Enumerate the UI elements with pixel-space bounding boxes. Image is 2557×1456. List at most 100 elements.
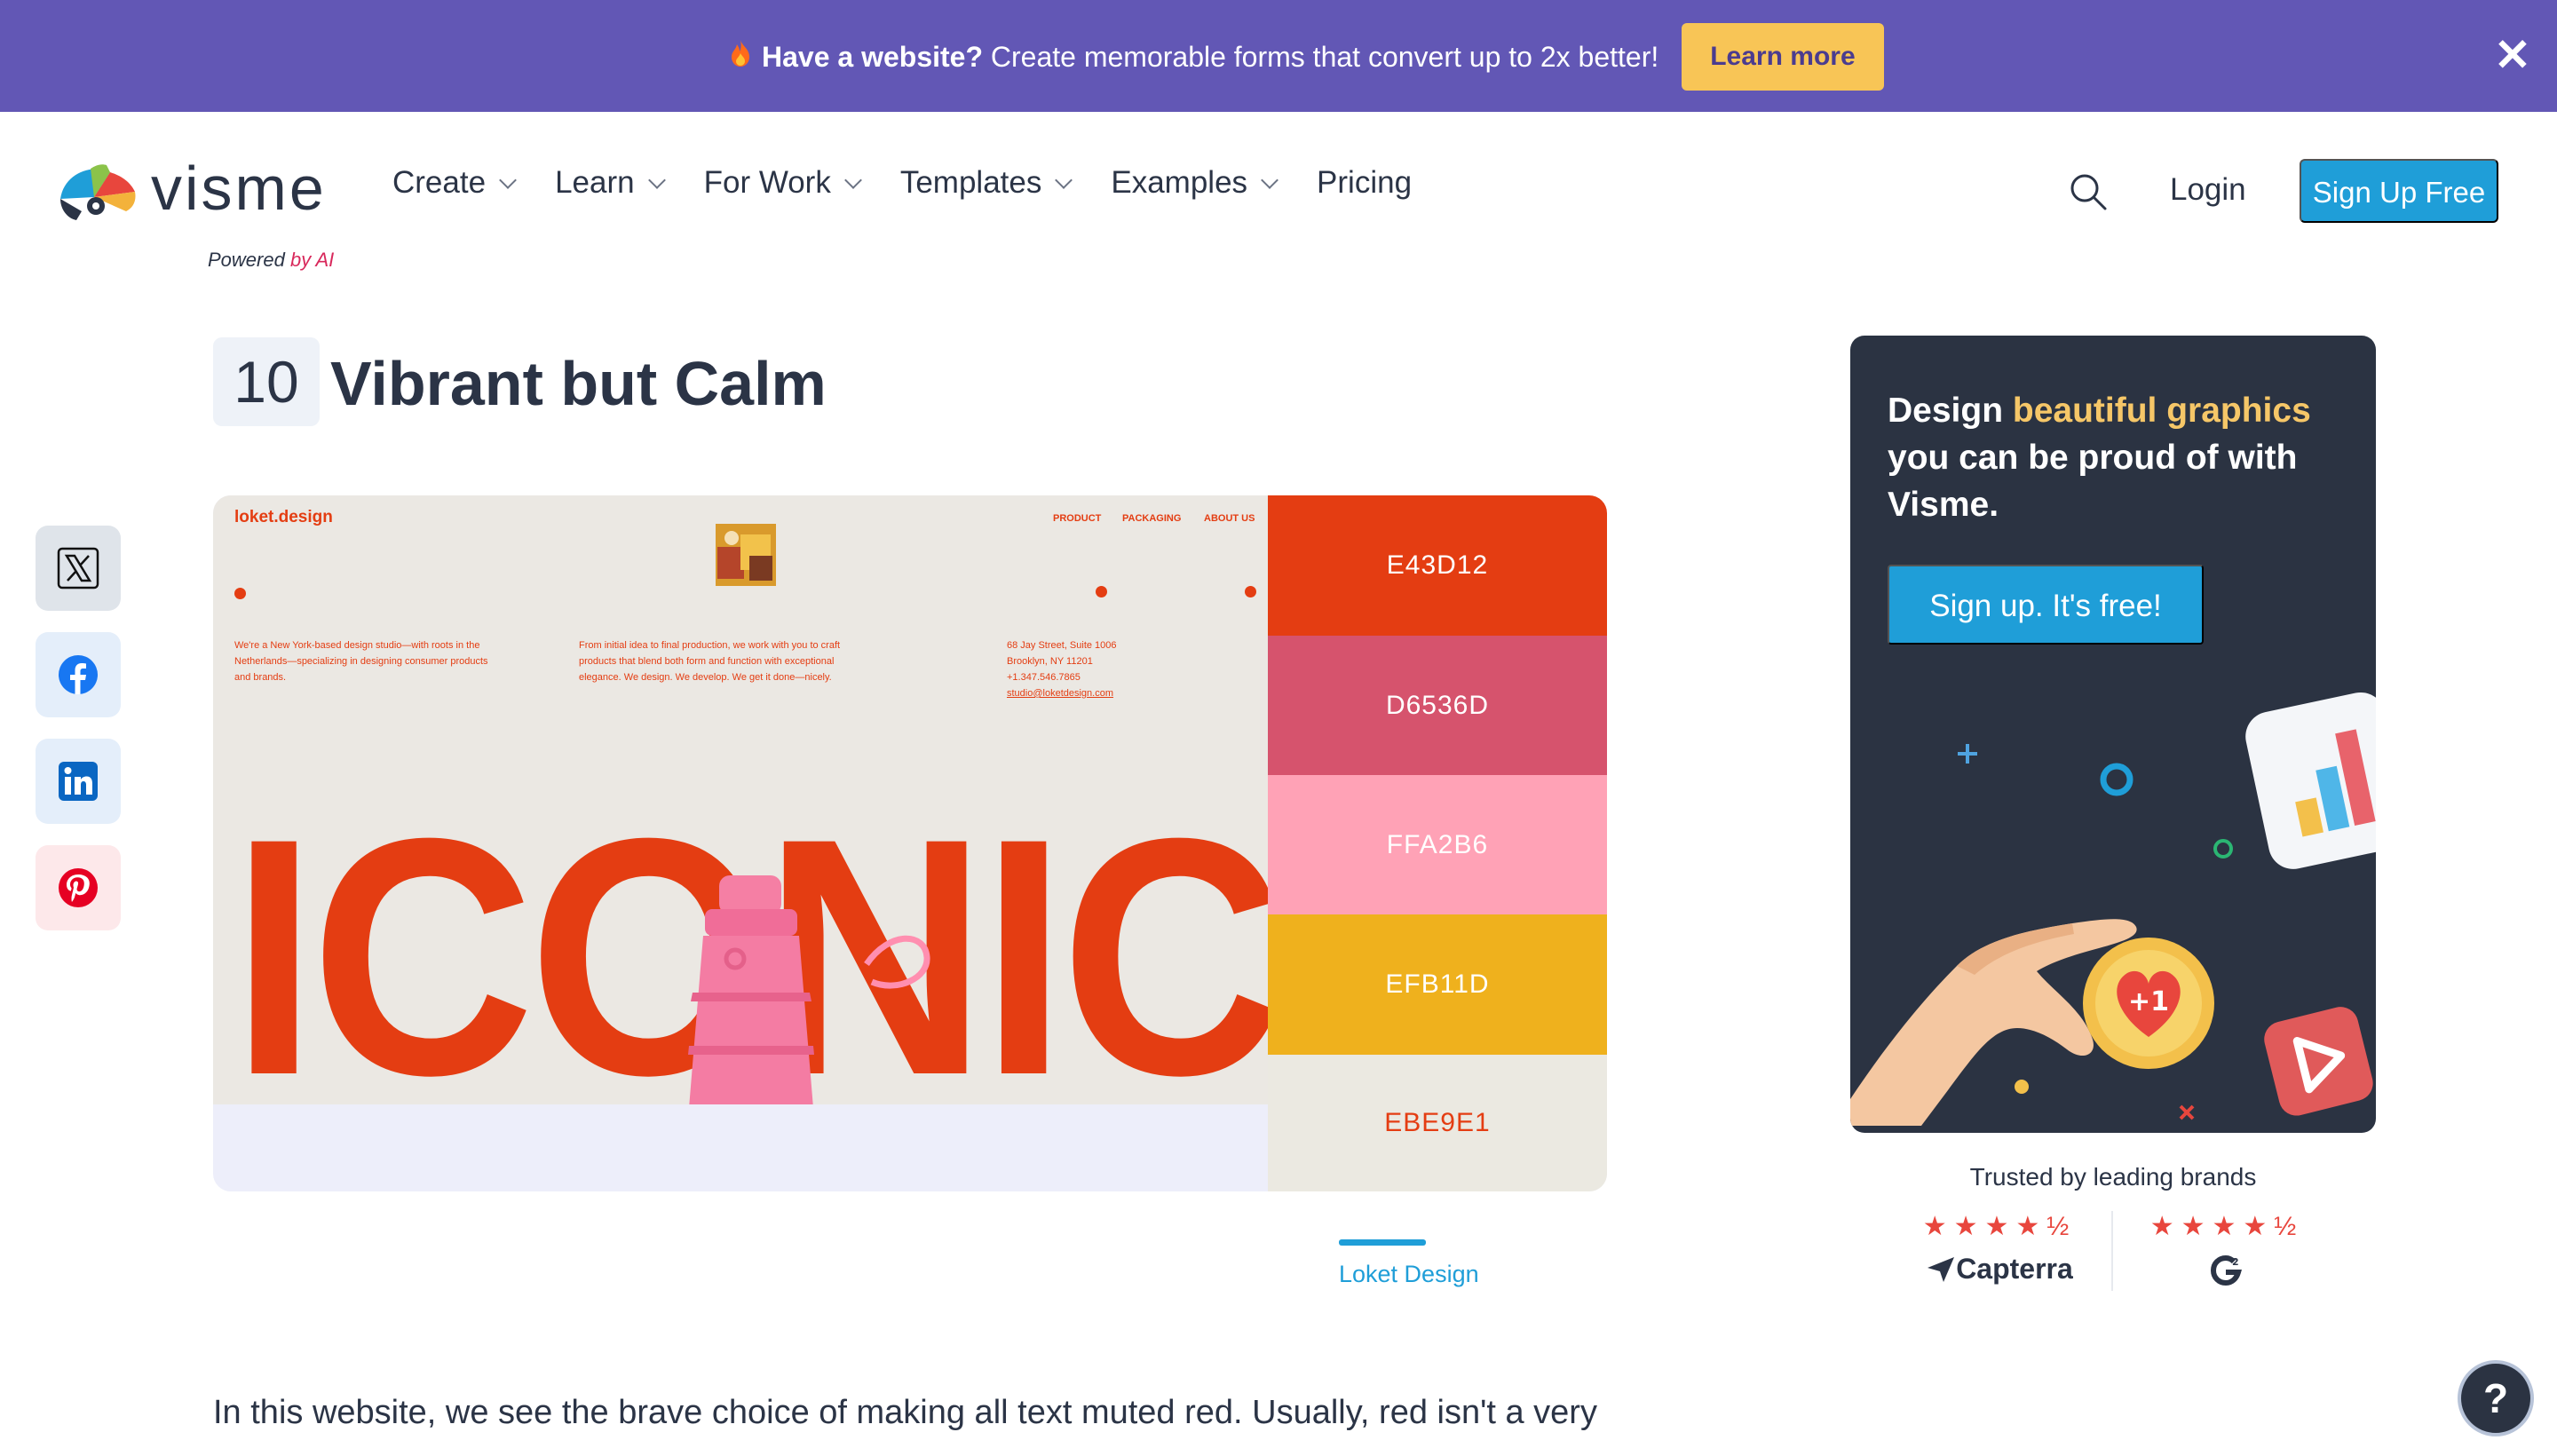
shot-intro-text: We're a New York-based design studio—wit… xyxy=(234,640,488,683)
fire-icon xyxy=(728,39,753,75)
login-link[interactable]: Login xyxy=(2170,172,2246,208)
visme-logo-text: visme xyxy=(151,154,327,223)
palette-swatch: FFA2B6 xyxy=(1268,775,1607,914)
ad-headline-suffix: you can be proud of with Visme. xyxy=(1888,439,2298,524)
g2-logo-icon: 2 xyxy=(2210,1254,2242,1286)
shot-dot xyxy=(234,588,246,599)
visme-logo-mark-icon xyxy=(60,164,136,220)
shot-dot xyxy=(1245,586,1256,597)
nav-item-label: Learn xyxy=(555,165,635,200)
chevron-down-icon xyxy=(499,171,517,189)
chevron-down-icon xyxy=(1055,171,1073,189)
nav-item-label: Examples xyxy=(1111,165,1248,200)
share-facebook-button[interactable] xyxy=(36,632,121,717)
section-title: Vibrant but Calm xyxy=(330,349,827,418)
facebook-icon xyxy=(59,655,98,694)
promo-banner-content: Have a website? Create memorable forms t… xyxy=(728,23,1884,91)
ad-headline-prefix: Design xyxy=(1888,392,2013,430)
g2-rating: ★★★★½ 2 xyxy=(2138,1211,2316,1288)
capterra-brand-name: Capterra xyxy=(1956,1253,2073,1285)
palette-swatch: EFB11D xyxy=(1268,914,1607,1055)
nav-item-learn[interactable]: Learn xyxy=(555,165,666,201)
chevron-down-icon xyxy=(647,171,666,189)
ad-illustration: +1 xyxy=(1850,692,2376,1126)
nav-item-for-work[interactable]: For Work xyxy=(703,165,862,201)
visme-ad-card: Design beautiful graphics you can be pro… xyxy=(1850,336,2376,1133)
star-rating: ★★★★½ xyxy=(1922,1212,2077,1241)
nav-item-templates[interactable]: Templates xyxy=(899,165,1073,201)
shot-process-text: From initial idea to final production, w… xyxy=(579,640,841,683)
share-pinterest-button[interactable] xyxy=(36,845,121,930)
rating-divider xyxy=(2111,1211,2113,1291)
chevron-down-icon xyxy=(843,171,862,189)
visme-logo[interactable]: visme Powered by AI xyxy=(55,154,348,271)
trusted-by-label: Trusted by leading brands xyxy=(1969,1163,2257,1191)
palette-swatch: D6536D xyxy=(1268,636,1607,775)
share-linkedin-button[interactable] xyxy=(36,739,121,824)
feature-image: loket.design PRODUCT PACKAGING ABOUT US … xyxy=(213,495,1607,1191)
help-button[interactable]: ? xyxy=(2458,1360,2534,1436)
nav-item-examples[interactable]: Examples xyxy=(1111,165,1278,201)
linkedin-icon xyxy=(59,762,98,801)
search-icon[interactable] xyxy=(2069,172,2108,211)
loket-design-screenshot: loket.design PRODUCT PACKAGING ABOUT US … xyxy=(213,495,1268,1104)
x-decoration-icon xyxy=(2179,1104,2195,1120)
ad-sign-up-button[interactable]: Sign up. It's free! xyxy=(1888,565,2204,645)
star-rating: ★★★★½ xyxy=(2149,1212,2304,1241)
ring-decoration-icon xyxy=(2100,763,2133,796)
promo-text: Have a website? Create memorable forms t… xyxy=(762,41,1658,74)
shot-phone-line: +1.347.546.7865 xyxy=(1007,672,1081,683)
nav-item-pricing[interactable]: Pricing xyxy=(1317,165,1412,201)
play-button-card-icon xyxy=(2264,1007,2373,1116)
shot-nav-item: ABOUT US xyxy=(1204,513,1255,524)
color-palette: E43D12 D6536D FFA2B6 EFB11D EBE9E1 xyxy=(1268,495,1607,1191)
chevron-down-icon xyxy=(1261,171,1278,189)
bar-chart-card-icon xyxy=(2245,692,2376,869)
ring-decoration-icon xyxy=(2213,839,2233,859)
shot-logo: loket.design xyxy=(234,508,333,526)
x-twitter-icon xyxy=(57,547,99,590)
palette-swatch: EBE9E1 xyxy=(1268,1055,1607,1191)
plus-decoration-icon xyxy=(1958,744,1977,764)
close-icon: ✕ xyxy=(2494,30,2531,80)
promo-bold-text: Have a website? xyxy=(762,40,983,73)
heart-like-badge-icon: +1 xyxy=(2083,938,2214,1069)
nav-item-label: For Work xyxy=(703,165,831,200)
g2-brand: 2 xyxy=(2138,1253,2316,1288)
shot-address-line: 68 Jay Street, Suite 1006 xyxy=(1007,640,1117,651)
pink-bottle-image xyxy=(688,875,930,1104)
capterra-rating: ★★★★½ Capterra xyxy=(1911,1211,2088,1286)
close-banner-button[interactable]: ✕ xyxy=(2491,33,2534,77)
nav-item-create[interactable]: Create xyxy=(392,165,517,201)
svg-text:+1: +1 xyxy=(2128,986,2169,1017)
caption-underline xyxy=(1339,1239,1426,1246)
share-x-button[interactable] xyxy=(36,526,121,611)
site-header: visme Powered by AI Create Learn For Wor… xyxy=(0,112,2557,272)
promo-banner: Have a website? Create memorable forms t… xyxy=(0,0,2557,112)
nav-item-label: Pricing xyxy=(1317,165,1413,200)
powered-by-ai-tag: Powered by AI xyxy=(208,249,334,272)
capterra-logo-icon xyxy=(1928,1256,1955,1282)
shot-nav-item: PRODUCT xyxy=(1053,513,1102,524)
nav-item-label: Templates xyxy=(899,165,1042,200)
nav-item-label: Create xyxy=(392,165,487,200)
shot-email-line: studio@loketdesign.com xyxy=(1007,688,1114,699)
main-nav: Create Learn For Work Templates Examples… xyxy=(392,165,1453,201)
dot-decoration-icon xyxy=(2015,1080,2029,1094)
learn-more-button[interactable]: Learn more xyxy=(1682,23,1884,91)
section-number-badge: 10 xyxy=(213,337,320,426)
palette-swatch: E43D12 xyxy=(1268,495,1607,636)
svg-text:2: 2 xyxy=(2232,1256,2239,1268)
image-caption-link[interactable]: Loket Design xyxy=(1339,1261,1479,1288)
logo-tag-prefix: Powered xyxy=(208,249,290,271)
pinterest-icon xyxy=(59,868,98,907)
shot-address-line: Brooklyn, NY 11201 xyxy=(1007,656,1093,667)
shot-nav-item: PACKAGING xyxy=(1122,513,1182,524)
logo-tag-suffix: by AI xyxy=(289,249,335,271)
capterra-brand: Capterra xyxy=(1911,1253,2088,1286)
shot-dot xyxy=(1096,586,1107,597)
product-box-image xyxy=(716,524,776,586)
shot-contact-text: 68 Jay Street, Suite 1006 Brooklyn, NY 1… xyxy=(1007,637,1202,701)
sign-up-free-button[interactable]: Sign Up Free xyxy=(2300,159,2498,223)
ad-headline: Design beautiful graphics you can be pro… xyxy=(1888,387,2349,528)
